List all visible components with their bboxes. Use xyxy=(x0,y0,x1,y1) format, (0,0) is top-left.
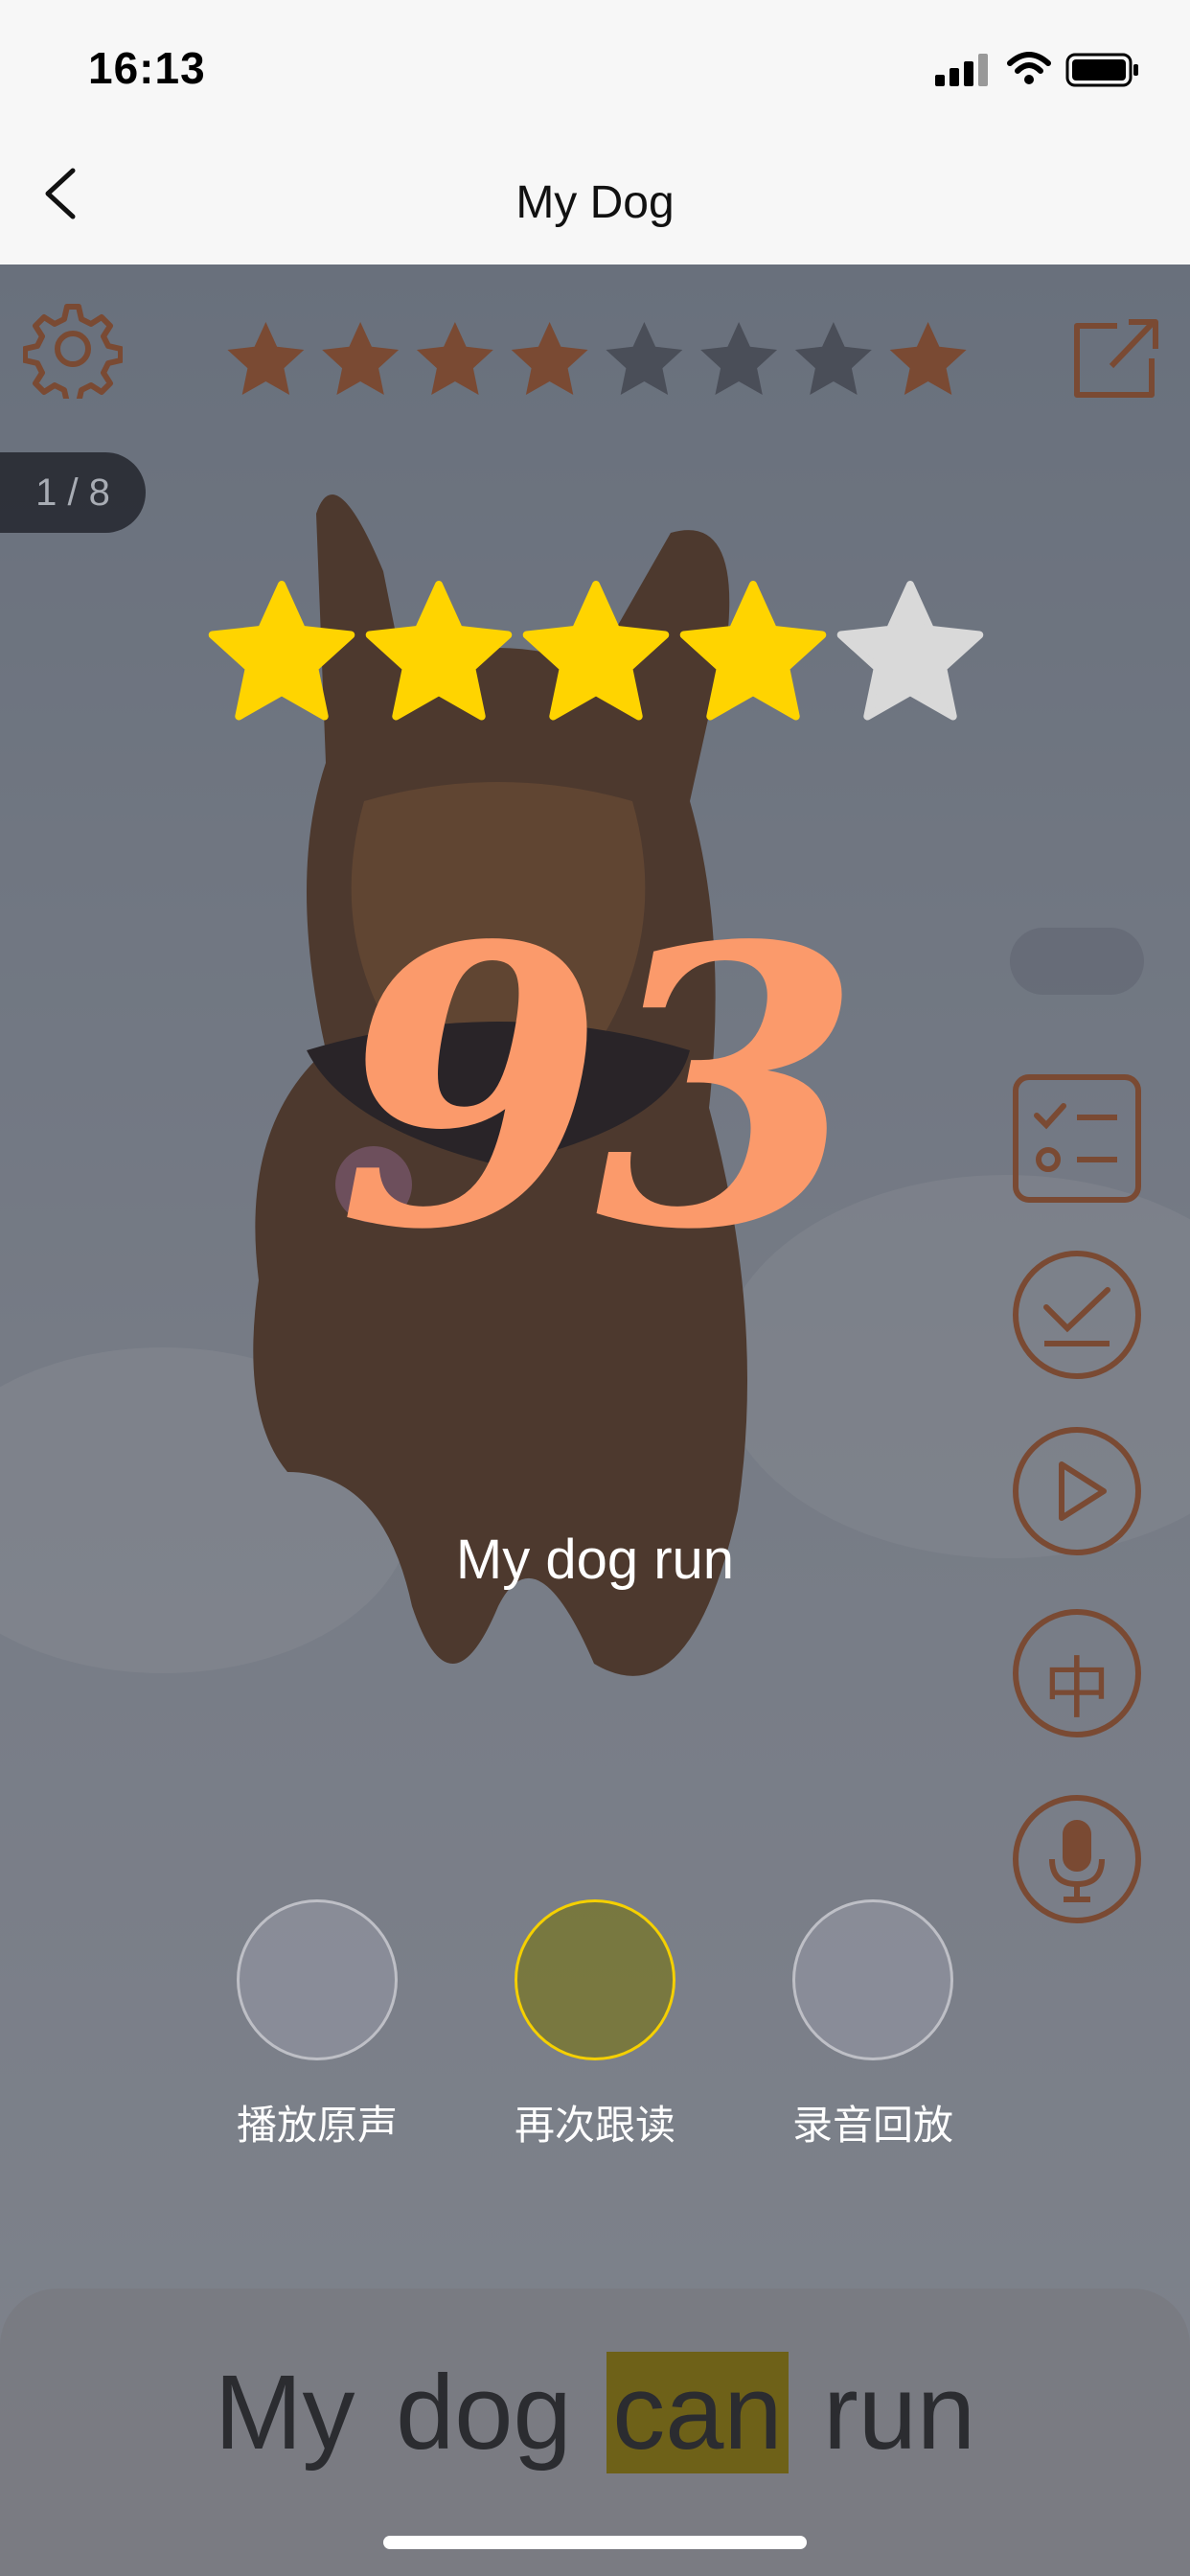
translate-glyph: 中 xyxy=(1043,1649,1110,1728)
status-bar: 16:13 xyxy=(0,0,1190,134)
progress-star-filled xyxy=(227,322,305,395)
side-toggle[interactable] xyxy=(1010,928,1144,995)
checklist-icon[interactable] xyxy=(1010,1071,1144,1206)
progress-star-filled xyxy=(416,322,493,395)
status-time: 16:13 xyxy=(88,43,206,93)
progress-stars xyxy=(227,322,967,395)
nav-bar: My Dog xyxy=(0,134,1190,264)
recording-playback-button[interactable]: 录音回放 xyxy=(744,1899,1002,2151)
rating-star-filled xyxy=(522,581,670,721)
progress-star-empty xyxy=(794,322,872,395)
rating-star-filled xyxy=(365,581,513,721)
target-sentence: My dog can run xyxy=(0,2352,1190,2473)
read-again-label: 再次跟读 xyxy=(514,2102,675,2149)
page-title: My Dog xyxy=(515,177,675,228)
read-again-button[interactable]: 再次跟读 xyxy=(466,1899,724,2151)
word-my[interactable]: My xyxy=(209,2352,361,2473)
page-indicator: 1 / 8 xyxy=(0,452,146,533)
home-indicator xyxy=(383,2536,807,2549)
rating-star-filled xyxy=(679,581,827,721)
play-original-circle xyxy=(237,1899,398,2060)
word-dog[interactable]: dog xyxy=(390,2352,578,2473)
play-icon[interactable] xyxy=(1010,1424,1144,1558)
chinese-translate-icon[interactable]: 中 xyxy=(1010,1606,1144,1740)
recording-playback-label: 录音回放 xyxy=(791,2102,953,2149)
rating-star-empty xyxy=(836,581,984,721)
microphone-icon[interactable] xyxy=(1010,1792,1144,1926)
rating-star-filled xyxy=(208,581,355,721)
share-icon[interactable] xyxy=(1069,312,1163,402)
wifi-icon xyxy=(1007,52,1051,84)
progress-star-empty xyxy=(700,322,778,395)
gear-icon[interactable] xyxy=(23,299,123,399)
practice-area: 1 / 8 93 My dog run 中 播放原声 再次跟读 录音回放 My … xyxy=(0,264,1190,2576)
check-circle-icon[interactable] xyxy=(1010,1248,1144,1382)
progress-star-empty xyxy=(606,322,683,395)
word-can[interactable]: can xyxy=(606,2352,789,2473)
progress-star-filled xyxy=(322,322,400,395)
recording-playback-circle xyxy=(792,1899,953,2060)
play-original-label: 播放原声 xyxy=(236,2102,398,2149)
cellular-signal-icon xyxy=(935,54,989,86)
word-run[interactable]: run xyxy=(817,2352,981,2473)
battery-icon xyxy=(1065,53,1138,87)
progress-star-filled xyxy=(889,322,967,395)
read-again-circle xyxy=(515,1899,675,2060)
play-original-button[interactable]: 播放原声 xyxy=(188,1899,446,2151)
progress-star-filled xyxy=(511,322,588,395)
rating-stars xyxy=(208,581,984,721)
